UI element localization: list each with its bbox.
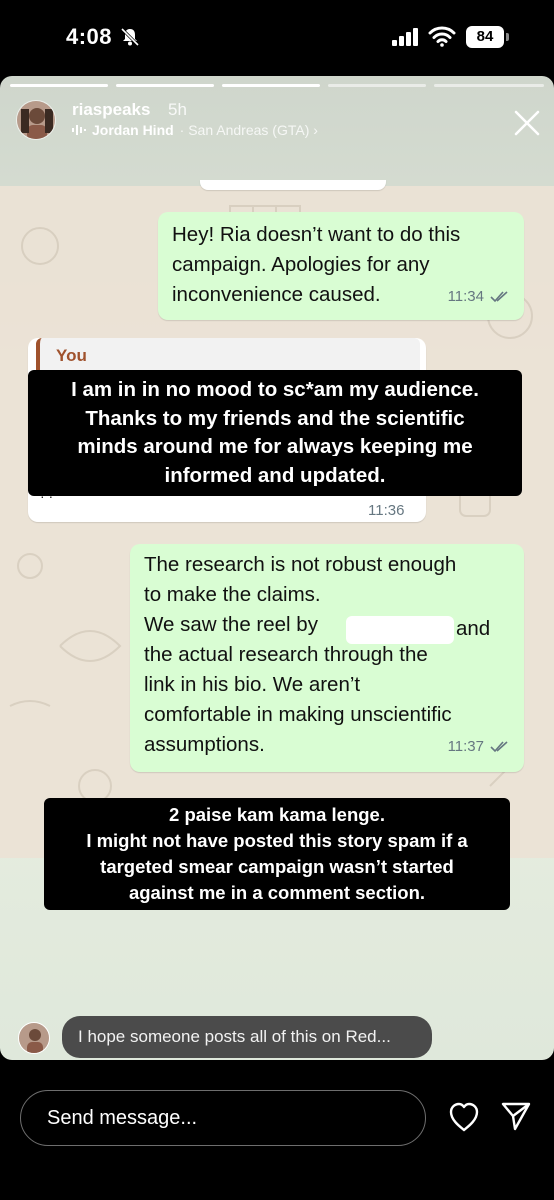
close-icon[interactable] [512,108,542,138]
send-message-input[interactable] [47,1091,407,1145]
story-header: riaspeaks 5h Jordan Hind · San Andreas (… [0,90,554,154]
message-meta: 11:34 [448,282,510,312]
status-bar: 4:08 84 [0,0,554,76]
story-progress-2 [116,84,214,87]
avatar[interactable] [16,100,56,140]
message-composer[interactable] [20,1090,426,1146]
story-progress-3 [222,84,320,87]
caption-line: targeted smear campaign wasn’t started [100,856,454,877]
message-outgoing-1[interactable]: Hey! Ria doesn’t want to do this campaig… [158,212,524,320]
caption-line: Thanks to my friends and the scientific [85,406,465,430]
message-meta: 11:36 [368,502,404,519]
message-text-after-redaction: and [456,617,491,640]
text-overlay-1-last: informed and updated. [132,456,418,496]
caption-line: informed and updated. [164,464,386,487]
send-icon[interactable] [500,1100,532,1132]
text-overlay-2: 2 paise kam kama lenge. I might not have… [44,798,510,910]
story-progress-5 [434,84,544,87]
message-meta: 11:37 [448,732,510,762]
heart-icon[interactable] [448,1102,480,1132]
music-location: · San Andreas (GTA) › [179,122,318,138]
message-outgoing-2[interactable]: The research is not robust enough to mak… [130,544,524,772]
message-time: 11:36 [368,502,405,519]
reply-bubble[interactable]: I hope someone posts all of this on Red.… [62,1016,432,1058]
battery-icon: 84 [466,26,510,48]
battery-level: 84 [466,26,504,48]
music-artist: Jordan Hind [92,122,174,138]
message-time: 11:34 [447,288,484,305]
quote-author: You [56,346,87,365]
avatar [18,1022,50,1054]
caption-line: against me in a comment section. [128,882,426,903]
cellular-signal-icon [392,28,418,46]
story-progress-4 [328,84,426,87]
caption-line: I might not have posted this story spam … [86,830,468,851]
audio-wave-icon [72,125,86,135]
time-ago: 5h [168,100,187,119]
caption-line: 2 paise kam kama lenge. [169,804,385,825]
story-card[interactable]: riaspeaks 5h Jordan Hind · San Andreas (… [0,76,554,1060]
caption-line: I am in in no mood to sc*am my audience. [71,378,479,401]
wifi-icon [428,26,456,47]
previous-bubble-edge [200,180,386,190]
clock: 4:08 [66,24,113,49]
story-progress-1 [10,84,108,87]
story-reply-row: I hope someone posts all of this on Red.… [0,1014,554,1066]
message-time: 11:37 [447,738,484,755]
music-attribution[interactable]: Jordan Hind · San Andreas (GTA) › [72,122,318,138]
redacted-name [346,616,454,644]
bell-slash-icon [120,27,140,47]
double-check-icon [490,741,508,753]
double-check-icon [490,291,508,303]
message-text: The research is not robust enough to mak… [144,553,457,756]
username[interactable]: riaspeaks [72,100,150,120]
